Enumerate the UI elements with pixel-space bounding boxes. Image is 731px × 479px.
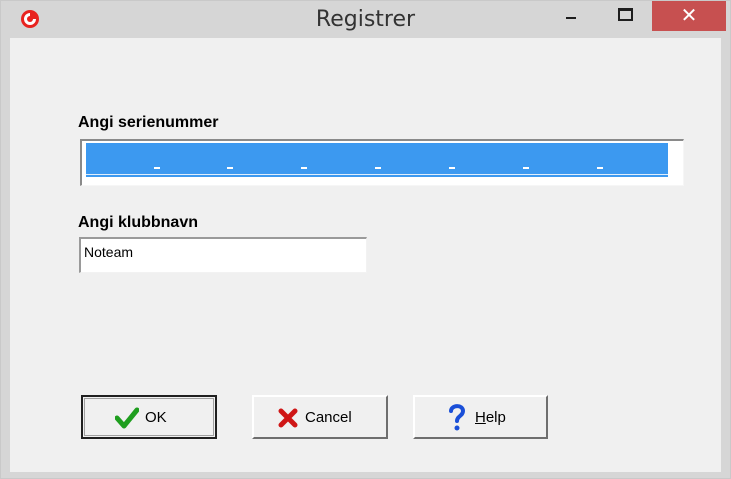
club-name-value: Noteam [84,244,134,260]
maximize-icon [618,8,633,21]
registrer-dialog: Registrer ✕ Angi serienummer Angi klubbn… [0,0,731,479]
serial-separator [375,167,381,169]
close-icon: ✕ [680,3,698,27]
maximize-button[interactable] [609,1,637,29]
minimize-button[interactable] [559,1,585,29]
ok-button[interactable]: OK [81,395,217,439]
cancel-x-icon [278,408,298,428]
serial-separator [449,167,455,169]
help-button-label: Help [475,409,506,426]
serial-underline [86,174,668,175]
serial-number-label: Angi serienummer [78,114,219,131]
cancel-button[interactable]: Cancel [252,395,388,439]
serial-number-input[interactable] [80,139,684,186]
help-label-rest: elp [485,409,506,426]
club-name-label: Angi klubbnavn [78,214,198,231]
serial-separator [523,167,529,169]
cancel-button-label: Cancel [305,409,352,426]
club-name-input[interactable]: Noteam [79,237,367,273]
serial-separator [227,167,233,169]
dialog-content: Angi serienummer Angi klubbnavn Noteam O… [10,38,721,472]
minimize-icon [566,17,576,19]
help-mnemonic: H [475,409,486,426]
title-bar[interactable]: Registrer ✕ [1,1,730,37]
help-question-icon [449,404,466,431]
serial-number-field[interactable] [86,143,668,179]
checkmark-icon [115,407,139,429]
serial-separator [154,167,160,169]
serial-separator [597,167,603,169]
serial-separator [301,167,307,169]
ok-button-label: OK [145,409,167,426]
close-button[interactable]: ✕ [652,1,726,31]
help-button[interactable]: Help [413,395,548,439]
